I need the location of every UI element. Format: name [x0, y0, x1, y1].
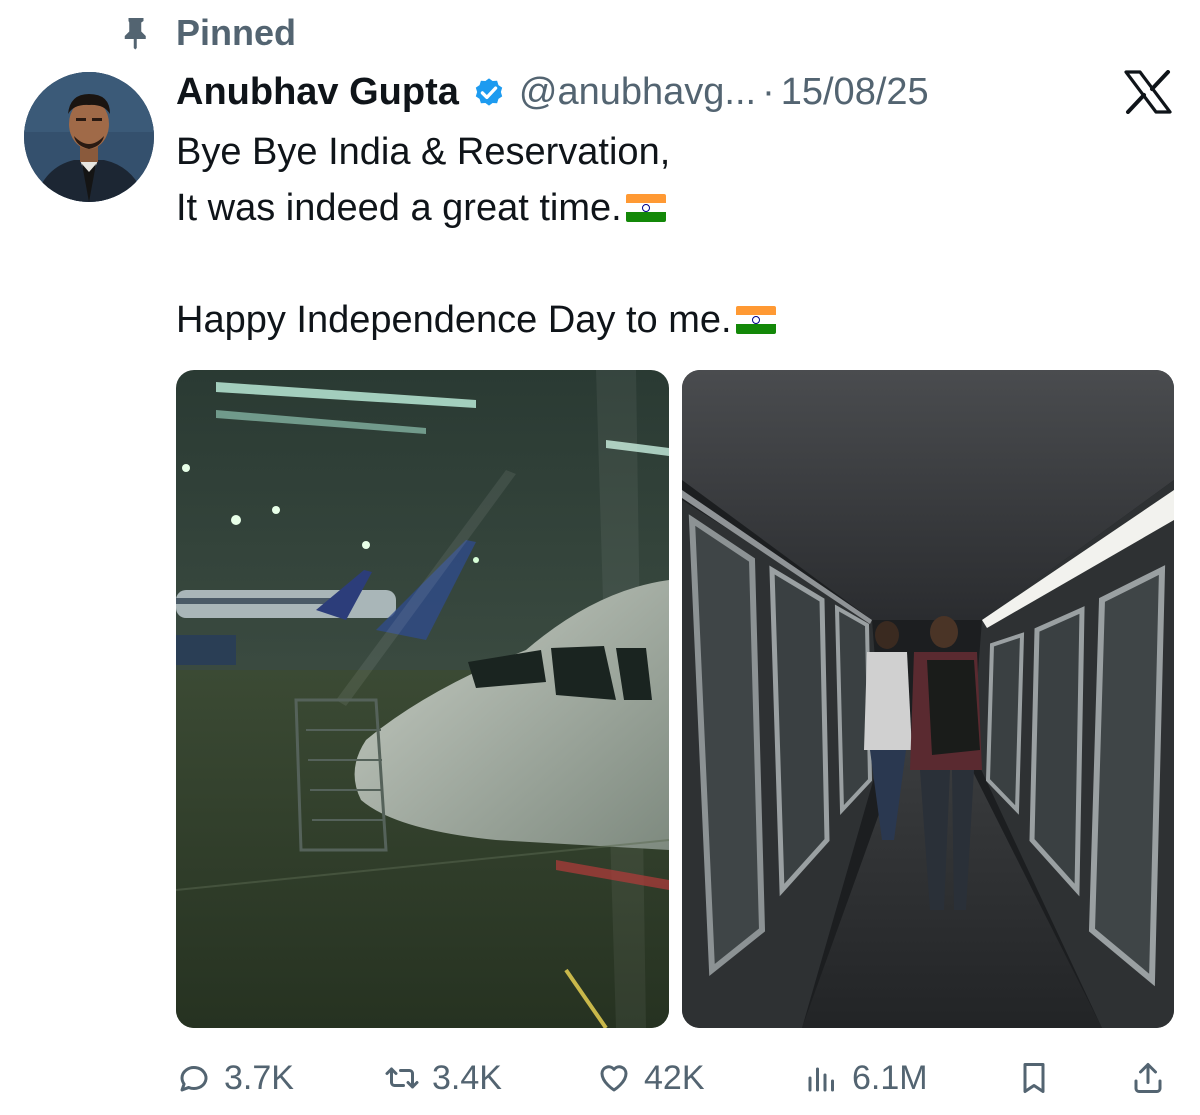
pin-icon: [118, 15, 154, 51]
india-flag-emoji-icon: [735, 306, 776, 334]
pinned-label: Pinned: [176, 12, 297, 53]
verified-badge-icon: [471, 74, 507, 110]
views-button[interactable]: 6.1M: [804, 1046, 928, 1110]
reply-icon: [180, 1066, 208, 1092]
views-count: 6.1M: [852, 1058, 928, 1097]
bookmark-icon: [1023, 1063, 1045, 1093]
retweet-count: 3.4K: [432, 1058, 502, 1097]
views-icon: [808, 1067, 834, 1092]
like-count: 42K: [644, 1058, 705, 1097]
bookmark-button[interactable]: [1016, 1046, 1052, 1110]
retweet-icon: [385, 1067, 419, 1089]
share-icon: [1134, 1063, 1162, 1093]
retweet-button[interactable]: 3.4K: [384, 1046, 502, 1110]
reply-button[interactable]: 3.7K: [176, 1046, 294, 1110]
author-display-name[interactable]: Anubhav Gupta: [176, 71, 459, 114]
tweet-date[interactable]: 15/08/25: [781, 71, 929, 114]
tweet-text-line-3: Happy Independence Day to me.: [176, 299, 732, 341]
pinned-indicator: Pinned: [118, 10, 296, 56]
airport-tarmac-photo[interactable]: [176, 370, 669, 1028]
avatar[interactable]: [24, 72, 154, 202]
tweet-body: Bye Bye India & Reservation, It was inde…: [176, 124, 1156, 348]
tweet-text-line-2: It was indeed a great time.: [176, 187, 622, 229]
share-button[interactable]: [1130, 1046, 1166, 1110]
heart-icon: [600, 1065, 628, 1092]
like-button[interactable]: 42K: [596, 1046, 705, 1110]
jet-bridge-photo[interactable]: [682, 370, 1174, 1028]
author-handle[interactable]: @anubhavg...: [519, 71, 756, 114]
reply-count: 3.7K: [224, 1058, 294, 1097]
india-flag-emoji-icon: [625, 194, 666, 222]
tweet-text-line-1: Bye Bye India & Reservation,: [176, 131, 671, 173]
x-logo-icon: [1124, 70, 1172, 114]
tweet-header: Anubhav Gupta @anubhavg... · 15/08/25: [176, 64, 929, 120]
meta-separator: ·: [762, 70, 775, 113]
tweet-action-bar: 3.7K 3.4K 42K 6.1M: [176, 1046, 1176, 1110]
